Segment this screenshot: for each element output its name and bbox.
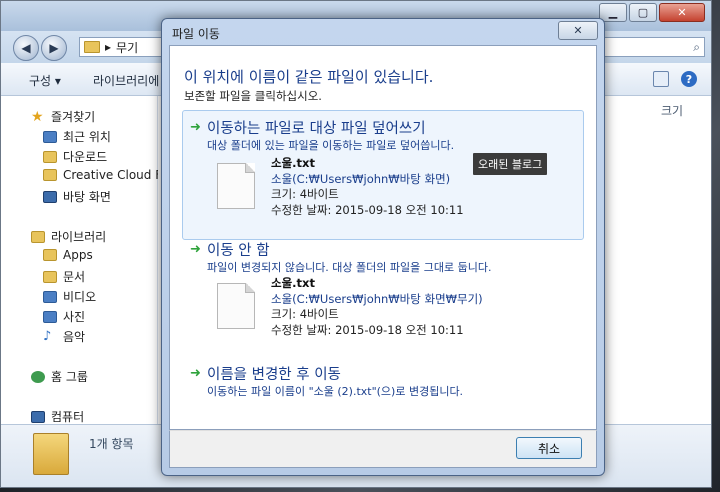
sidebar-item-documents[interactable]: 문서 [43, 268, 85, 285]
forward-button[interactable]: ▶ [41, 35, 67, 61]
sidebar-item-homegroup[interactable]: 홈 그룹 [31, 368, 88, 385]
sidebar-item-music[interactable]: ♪ 음악 [43, 328, 85, 345]
option-description: 파일이 변경되지 않습니다. 대상 폴더의 파일을 그대로 둡니다. [207, 261, 492, 274]
sidebar-item-desktop[interactable]: 바탕 화면 [43, 188, 111, 205]
text-file-icon [217, 283, 255, 329]
address-text: 무기 [116, 40, 139, 55]
sidebar-item-downloads[interactable]: 다운로드 [43, 148, 107, 165]
star-icon: ★ [31, 108, 44, 125]
folder-icon [43, 249, 57, 261]
dialog-footer: 취소 [169, 430, 597, 468]
file-details: 소울.txt 소울(C:₩Users₩john₩바탕 화면) 크기: 4바이트 … [271, 156, 464, 218]
folder-icon [84, 41, 100, 53]
file-details: 소울.txt 소울(C:₩Users₩john₩바탕 화면₩무기) 크기: 4바… [271, 276, 483, 338]
move-file-dialog: 파일 이동 ✕ 이 위치에 이름이 같은 파일이 있습니다. 보존할 파일을 클… [161, 18, 605, 476]
column-header-size[interactable]: 크기 [661, 102, 683, 119]
text-file-icon [217, 163, 255, 209]
file-modified: 수정한 날짜: 2015-09-18 오전 10:11 [271, 202, 464, 217]
search-icon: ⌕ [693, 39, 700, 54]
recent-places-icon [43, 130, 57, 143]
file-size: 크기: 4바이트 [271, 307, 339, 321]
green-arrow-icon: ➜ [190, 120, 201, 135]
downloads-folder-icon [43, 150, 57, 163]
file-size: 크기: 4바이트 [271, 187, 339, 201]
sidebar-item-libraries[interactable]: 라이브러리 [31, 228, 106, 245]
include-in-library-button[interactable]: 라이브러리에 [93, 72, 159, 89]
option-rename[interactable]: ➜ 이름을 변경한 후 이동 이동하는 파일 이름이 "소울 (2).txt"(… [182, 356, 584, 406]
conflict-headline: 이 위치에 이름이 같은 파일이 있습니다. [184, 68, 434, 86]
option-replace[interactable]: ➜ 이동하는 파일로 대상 파일 덮어쓰기 대상 폴더에 있는 파일을 이동하는… [182, 110, 584, 240]
preview-pane-icon[interactable] [653, 71, 669, 87]
sidebar-item-creative-cloud[interactable]: Creative Cloud F [43, 168, 162, 182]
homegroup-icon [31, 370, 45, 383]
option-skip[interactable]: ➜ 이동 안 함 파일이 변경되지 않습니다. 대상 폴더의 파일을 그대로 둡… [182, 232, 584, 342]
sidebar-item-apps[interactable]: Apps [43, 248, 93, 262]
desktop-icon [43, 190, 57, 203]
computer-icon [31, 410, 45, 423]
file-name: 소울.txt [271, 276, 315, 290]
file-name: 소울.txt [271, 156, 315, 170]
option-description: 대상 폴더에 있는 파일을 이동하는 파일로 덮어씁니다. [207, 139, 455, 152]
videos-icon [43, 290, 57, 303]
organize-button[interactable]: 구성 ▾ [29, 72, 61, 89]
blog-watermark: 오래된 블로그 [473, 153, 548, 175]
folder-icon [33, 433, 69, 475]
maximize-button[interactable]: ▢ [629, 3, 657, 22]
sidebar-item-pictures[interactable]: 사진 [43, 308, 85, 325]
sidebar-item-videos[interactable]: 비디오 [43, 288, 96, 305]
dialog-close-button[interactable]: ✕ [558, 21, 598, 40]
cancel-button[interactable]: 취소 [516, 437, 582, 459]
pictures-icon [43, 310, 57, 323]
sidebar-item-computer[interactable]: 컴퓨터 [31, 408, 84, 425]
conflict-instruction: 보존할 파일을 클릭하십시오. [184, 89, 322, 103]
green-arrow-icon: ➜ [190, 366, 201, 381]
breadcrumb-arrow-icon: ▸ [105, 40, 112, 54]
file-path: 소울(C:₩Users₩john₩바탕 화면₩무기) [271, 291, 483, 306]
sidebar-item-favorites[interactable]: ★ 즐겨찾기 [31, 108, 95, 125]
navigation-pane: ★ 즐겨찾기 최근 위치 다운로드 Creative Cloud F 바탕 화면… [1, 96, 162, 426]
folder-icon [43, 169, 57, 181]
item-count: 1개 항목 [89, 437, 134, 451]
option-title: 이동하는 파일로 대상 파일 덮어쓰기 [207, 121, 426, 137]
file-path: 소울(C:₩Users₩john₩바탕 화면) [271, 171, 451, 186]
documents-icon [43, 270, 57, 283]
close-button[interactable]: ✕ [659, 3, 705, 22]
sidebar-item-recent[interactable]: 최근 위치 [43, 128, 111, 145]
file-modified: 수정한 날짜: 2015-09-18 오전 10:11 [271, 322, 464, 337]
dialog-body: 이 위치에 이름이 같은 파일이 있습니다. 보존할 파일을 클릭하십시오. ➜… [169, 45, 597, 430]
option-description: 이동하는 파일 이름이 "소울 (2).txt"(으)로 변경됩니다. [207, 385, 464, 398]
help-icon[interactable]: ? [681, 71, 697, 87]
option-title: 이름을 변경한 후 이동 [207, 367, 341, 383]
music-icon: ♪ [43, 328, 52, 344]
back-button[interactable]: ◀ [13, 35, 39, 61]
dialog-title: 파일 이동 [172, 27, 220, 41]
library-icon [31, 230, 45, 243]
option-title: 이동 안 함 [207, 243, 270, 259]
green-arrow-icon: ➜ [190, 242, 201, 257]
